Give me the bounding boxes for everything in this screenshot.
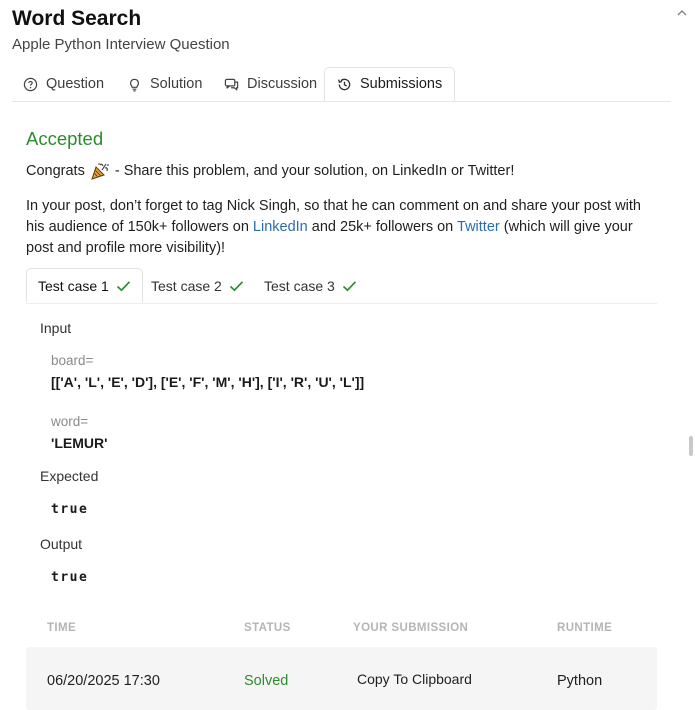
test-case-3-label: Test case 3 <box>264 277 335 294</box>
problem-tabs: Question Solution Discussion Submissions <box>12 67 671 102</box>
board-param-name: board= <box>51 353 94 368</box>
lightbulb-icon <box>130 78 139 91</box>
output-label: Output <box>40 536 83 552</box>
column-header-status: STATUS <box>244 622 291 634</box>
column-header-runtime: RUNTIME <box>557 622 613 634</box>
expected-label: Expected <box>40 468 99 484</box>
congrats-prefix: Congrats <box>26 163 85 179</box>
tab-discussion[interactable]: Discussion <box>224 67 317 101</box>
test-case-1-label: Test case 1 <box>38 277 109 294</box>
party-popper-icon <box>91 163 109 180</box>
tab-submissions[interactable]: Submissions <box>324 67 456 101</box>
congrats-message: Congrats - Share this problem, and your … <box>26 162 514 180</box>
scrollbar-thumb[interactable] <box>689 436 693 456</box>
tab-test-case-2[interactable]: Test case 2 <box>151 268 244 303</box>
history-icon <box>338 78 351 90</box>
share-instructions: In your post, don’t forget to tag Nick S… <box>26 196 656 259</box>
accepted-status: Accepted <box>26 128 104 149</box>
tab-question-label: Question <box>46 76 105 92</box>
question-circle-icon <box>23 77 38 91</box>
page-subtitle: Apple Python Interview Question <box>12 36 230 53</box>
output-value: true <box>51 570 89 585</box>
tab-solution-label: Solution <box>150 76 203 92</box>
table-row: 06/20/2025 17:30 Solved Copy To Clipboar… <box>26 647 657 710</box>
word-param-name: word= <box>51 414 89 429</box>
tab-question[interactable]: Question <box>23 67 104 101</box>
submission-time: 06/20/2025 17:30 <box>47 673 160 689</box>
chat-icon <box>224 78 239 91</box>
board-param-value: [['A', 'L', 'E', 'D'], ['E', 'F', 'M', '… <box>51 374 365 390</box>
test-case-2-label: Test case 2 <box>151 277 222 294</box>
tab-solution[interactable]: Solution <box>127 67 202 101</box>
tab-test-case-1[interactable]: Test case 1 <box>26 268 143 303</box>
check-icon <box>342 280 356 291</box>
test-case-tabs: Test case 1 Test case 2 Test case 3 <box>26 268 657 304</box>
copy-to-clipboard-button[interactable]: Copy To Clipboard <box>357 671 472 687</box>
check-icon <box>229 280 243 291</box>
column-header-time: TIME <box>47 622 77 634</box>
chevron-up-icon[interactable] <box>675 6 689 20</box>
word-param-value: 'LEMUR' <box>51 435 108 451</box>
page-title: Word Search <box>12 7 142 30</box>
check-icon <box>116 280 130 291</box>
column-header-submission: YOUR SUBMISSION <box>353 622 469 634</box>
expected-value: true <box>51 502 89 517</box>
twitter-link[interactable]: Twitter <box>457 219 500 235</box>
submission-status: Solved <box>244 673 289 689</box>
submission-runtime: Python <box>557 673 603 689</box>
linkedin-link[interactable]: LinkedIn <box>253 219 308 235</box>
tab-submissions-label: Submissions <box>360 76 443 92</box>
share-text-2: and 25k+ followers on <box>307 219 458 235</box>
tab-test-case-3[interactable]: Test case 3 <box>264 268 357 303</box>
tab-discussion-label: Discussion <box>247 76 318 92</box>
congrats-suffix: - Share this problem, and your solution,… <box>114 163 515 179</box>
input-label: Input <box>40 320 72 336</box>
